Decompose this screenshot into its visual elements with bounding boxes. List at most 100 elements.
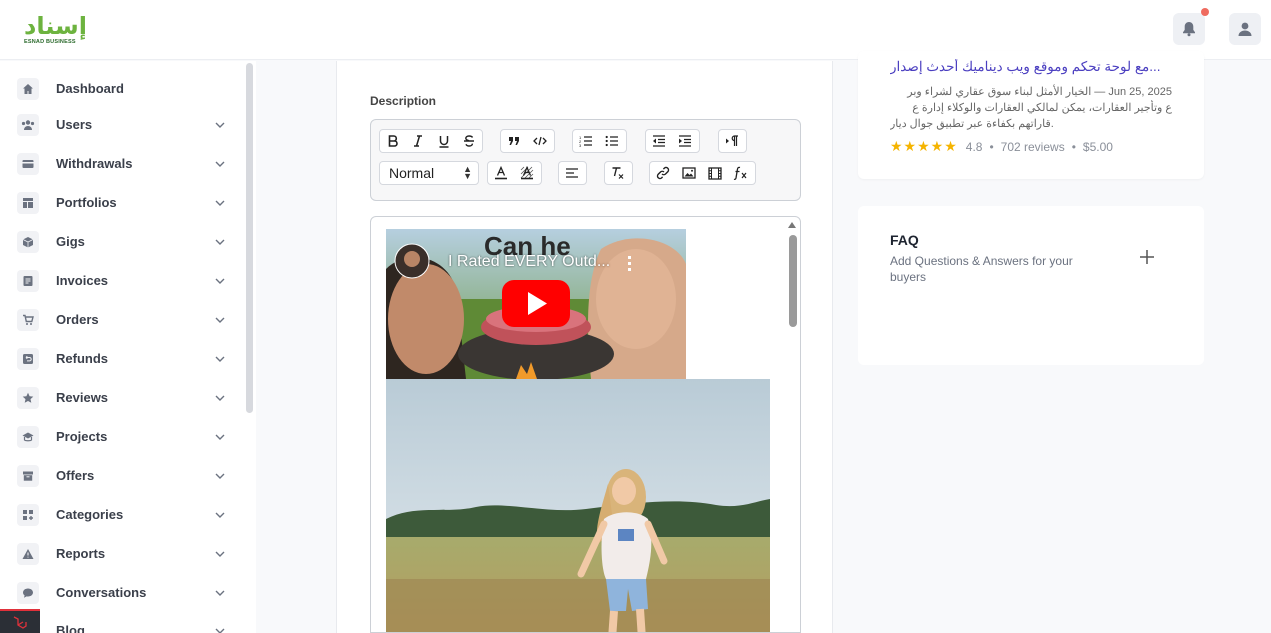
embedded-video[interactable]: Can he I Rated EVERY Outd... (386, 229, 686, 379)
sidebar-item-label: Users (56, 117, 93, 132)
editor-content[interactable]: Can he I Rated EVERY Outd... (370, 216, 801, 633)
code-icon (533, 136, 547, 146)
select-arrows-icon: ▲ ▼ (463, 164, 472, 181)
editor-scrollbar[interactable] (789, 235, 797, 327)
sidebar-item-conversations[interactable]: Conversations (0, 573, 245, 612)
gig-text-line: .قاراتهم بكفاءة عبر تطبيق جوال ديار (890, 118, 1054, 130)
sidebar: Dashboard Users Withdrawals Portfolios G… (0, 61, 256, 633)
sidebar-item-dashboard[interactable]: Dashboard (0, 69, 245, 108)
chevron-down-icon (215, 434, 225, 440)
gig-description: Jun 25, 2025 — الخيار الأمثل لبناء سوق ع… (890, 84, 1172, 132)
sidebar-item-label: Refunds (56, 351, 108, 366)
gig-preview-card: ...مع لوحة تحكم وموقع ويب ديناميك أحدث إ… (858, 51, 1204, 179)
embedded-image[interactable] (386, 379, 770, 632)
faq-card: FAQ Add Questions & Answers for your buy… (858, 206, 1204, 365)
sidebar-item-label: Reports (56, 546, 106, 561)
logo-arabic-text: إسناد (24, 12, 88, 40)
sidebar-item-label: Portfolios (56, 195, 117, 210)
sidebar-item-gigs[interactable]: Gigs (0, 222, 245, 261)
code-block-button[interactable] (527, 130, 553, 152)
gig-title-link[interactable]: ...مع لوحة تحكم وموقع ويب ديناميك أحدث إ… (890, 59, 1172, 75)
format-select-value: Normal (389, 165, 435, 181)
sidebar-item-invoices[interactable]: Invoices (0, 261, 245, 300)
sidebar-item-categories[interactable]: Categories (0, 495, 245, 534)
sidebar-item-label: Withdrawals (56, 156, 133, 171)
logo[interactable]: إسناد ESNAD BUSINESS (22, 12, 92, 46)
underline-icon (439, 135, 449, 148)
ordered-list-button[interactable]: 123 (573, 130, 599, 152)
bold-icon (388, 135, 398, 147)
indent-button[interactable] (672, 130, 698, 152)
image-button[interactable] (676, 162, 702, 184)
card-icon (17, 152, 39, 175)
sidebar-item-projects[interactable]: Projects (0, 417, 245, 456)
formula-button[interactable] (728, 162, 754, 184)
bold-button[interactable] (380, 130, 406, 152)
archive-icon (17, 464, 39, 487)
review-count: 702 reviews (1000, 139, 1065, 154)
gig-rating: ★★★★★ 4.8 • 702 reviews • $5.00 (890, 138, 1113, 155)
user-icon (1238, 22, 1252, 36)
outdent-button[interactable] (646, 130, 672, 152)
sidebar-item-label: Orders (56, 312, 99, 327)
plus-icon[interactable] (1139, 249, 1155, 265)
gig-text-line: ع وتأجير العقارات، يمكن لمالكي العقارات … (912, 102, 1172, 114)
faq-subtitle: Add Questions & Answers for your buyers (890, 254, 1073, 284)
chevron-down-icon (215, 278, 225, 284)
sidebar-item-refunds[interactable]: Refunds (0, 339, 245, 378)
description-label: Description (370, 94, 437, 108)
sidebar-scrollbar[interactable] (246, 63, 253, 413)
format-select[interactable]: Normal ▲ ▼ (379, 161, 479, 185)
media-group (649, 161, 756, 185)
chevron-down-icon (215, 122, 225, 128)
scroll-up-arrow[interactable] (788, 222, 796, 228)
text-color-button[interactable] (488, 162, 514, 184)
users-icon (17, 113, 39, 136)
blockquote-button[interactable] (501, 130, 527, 152)
align-button[interactable] (559, 162, 585, 184)
sidebar-item-reviews[interactable]: Reviews (0, 378, 245, 417)
video-button[interactable] (702, 162, 728, 184)
background-color-button[interactable] (514, 162, 540, 184)
chevron-down-icon (215, 551, 225, 557)
clear-format-button[interactable] (605, 162, 631, 184)
underline-button[interactable] (431, 130, 457, 152)
notifications-button[interactable] (1173, 8, 1209, 45)
main-content: Description 123 Normal ▲ ▼ Can he I Rate… (256, 51, 1271, 633)
strike-button[interactable] (457, 130, 483, 152)
user-menu-button[interactable] (1229, 13, 1261, 45)
color-group (487, 161, 542, 185)
sidebar-item-withdrawals[interactable]: Withdrawals (0, 144, 245, 183)
link-button[interactable] (650, 162, 676, 184)
gig-date-line: Jun 25, 2025 — الخيار الأمثل لبناء سوق ع… (907, 86, 1172, 98)
sidebar-item-offers[interactable]: Offers (0, 456, 245, 495)
sidebar-item-portfolios[interactable]: Portfolios (0, 183, 245, 222)
highlight-icon (520, 166, 534, 180)
gig-price: $5.00 (1082, 139, 1113, 154)
bullet-list-button[interactable] (599, 130, 625, 152)
text-direction-button[interactable] (719, 130, 745, 152)
notification-dot (1201, 8, 1209, 16)
chevron-down-icon (215, 161, 225, 167)
sidebar-item-label: Conversations (56, 585, 147, 600)
sidebar-item-orders[interactable]: Orders (0, 300, 245, 339)
sidebar-item-label: Projects (56, 429, 108, 444)
chevron-down-icon (215, 628, 225, 633)
sidebar-item-label: Categories (56, 507, 124, 522)
chevron-down-icon (215, 239, 225, 245)
list-group: 123 (572, 129, 627, 153)
debug-toolbar-button[interactable] (0, 609, 40, 633)
sidebar-item-label: Invoices (56, 273, 109, 288)
italic-button[interactable] (406, 130, 432, 152)
separator: • (1071, 139, 1076, 154)
projects-icon (17, 425, 39, 448)
sidebar-item-reports[interactable]: Reports (0, 534, 245, 573)
link-icon (656, 166, 670, 180)
sidebar-item-users[interactable]: Users (0, 105, 245, 144)
chevron-down-icon (215, 512, 225, 518)
chevron-down-icon (215, 356, 225, 362)
star-rating-icon: ★★★★★ (890, 138, 958, 154)
bell-icon (1183, 22, 1195, 37)
separator: • (989, 139, 994, 154)
block-group (500, 129, 555, 153)
